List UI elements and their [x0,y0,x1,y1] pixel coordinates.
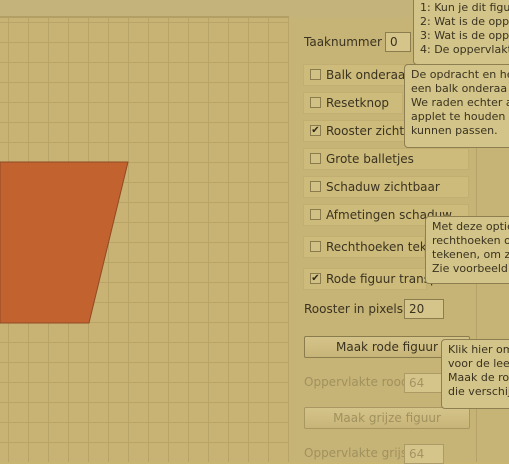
grid-size-label: Rooster in pixels [304,302,403,316]
checkbox-afmetingen-schaduw[interactable] [310,209,321,220]
tooltip-line: 2: Wat is de oppe [420,15,509,28]
tooltip-line: De opdracht en he [411,68,509,81]
tooltip-line: rechthoeken o [432,234,509,247]
option-label: Rechthoeken teke [326,240,434,254]
option-label: Balk onderaan [326,68,413,82]
tooltip-line: een balk onderaa [411,82,508,95]
tooltip-line: Met deze optie [432,220,509,233]
tooltip-options: Met deze optie rechthoeken o tekenen, om… [425,216,509,284]
tooltip-balk: De opdracht en he een balk onderaa We ra… [404,64,509,148]
checkbox-rechthoeken-tekenen[interactable] [310,241,321,252]
top-bar-stripe [0,16,289,18]
checkbox-resetknop[interactable] [310,97,321,108]
checkbox-grote-balletjes[interactable] [310,153,321,164]
area-gray-label: Oppervlakte grijs [304,446,408,460]
option-grote-balletjes[interactable]: Grote balletjes [303,148,469,170]
tooltip-line: Zie voorbeeld [432,262,508,275]
grid-size-input[interactable]: 20 [404,299,444,319]
tooltip-line: applet te houden o [411,110,509,123]
red-figure-svg [0,161,129,324]
tooltip-line: We raden echter a [411,96,509,109]
task-number-input[interactable]: 0 [385,32,411,52]
make-gray-figure-button[interactable]: Maak grijze figuur [304,407,470,429]
tooltip-line: die verschij [448,385,509,398]
tooltip-questions: 1: Kun je dit figuu 2: Wat is de oppe 3:… [413,0,509,65]
tooltip-make: Klik hier om voor de leer Maak de ro die… [441,339,509,409]
tooltip-line: voor de leer [448,357,509,370]
tooltip-line: 4: De oppervlakte [420,43,509,56]
option-rode-figuur-transparant[interactable]: ✔ Rode figuur transp [303,268,438,290]
tooltip-line: Maak de ro [448,371,509,384]
option-resetknop[interactable]: Resetknop [303,92,403,114]
checkbox-rode-figuur-transparant[interactable]: ✔ [310,273,321,284]
task-number-label: Taaknummer [304,35,382,49]
option-label: Grote balletjes [326,152,414,166]
option-rechthoeken-tekenen[interactable]: Rechthoeken teke [303,236,434,258]
option-schaduw-zichtbaar[interactable]: Schaduw zichtbaar [303,176,469,198]
option-label: Rode figuur transp [326,272,438,286]
option-label: Schaduw zichtbaar [326,180,440,194]
tooltip-line: 3: Wat is de oppe [420,29,509,42]
red-figure [0,161,129,324]
drawing-canvas[interactable] [0,0,289,462]
area-red-label: Oppervlakte rood [304,375,409,389]
tooltip-line: Klik hier om [448,343,509,356]
area-red-input[interactable]: 64 [404,373,444,393]
tooltip-line: kunnen passen. [411,124,498,137]
option-rooster-zichtbaar[interactable]: ✔ Rooster zichtba [303,120,419,142]
tooltip-line: 1: Kun je dit figuu [420,1,509,14]
checkbox-balk-onderaan[interactable] [310,69,321,80]
tooltip-line: tekenen, om zo [432,248,509,261]
checkbox-schaduw-zichtbaar[interactable] [310,181,321,192]
area-gray-input[interactable]: 64 [404,444,444,464]
checkbox-rooster-zichtbaar[interactable]: ✔ [310,125,321,136]
option-label: Resetknop [326,96,390,110]
